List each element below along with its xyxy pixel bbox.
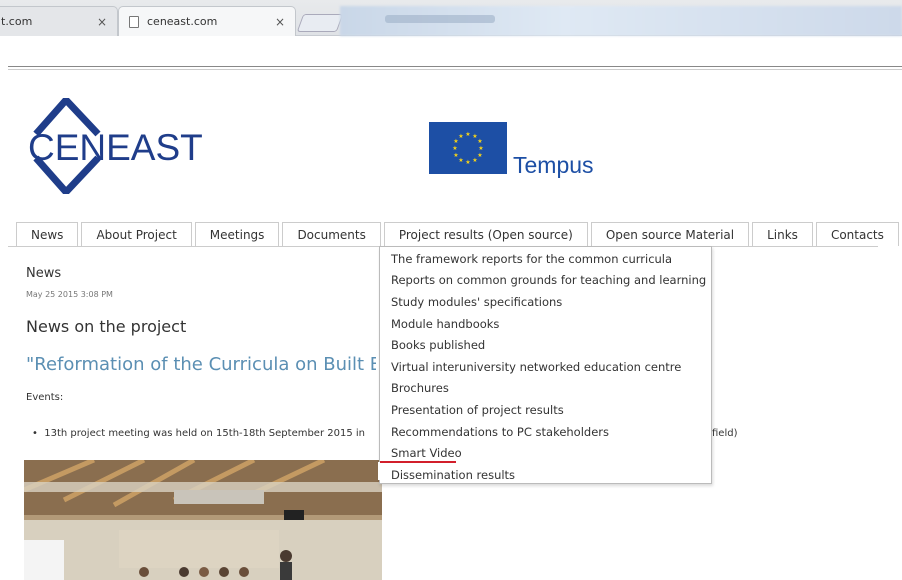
event-text: 13th project meeting was held on 15th-18… xyxy=(44,428,365,439)
browser-tab-active[interactable]: ceneast.com × xyxy=(118,6,296,36)
nav-contacts[interactable]: Contacts xyxy=(815,222,899,246)
nav-open-source-material[interactable]: Open source Material xyxy=(590,222,750,246)
svg-text:★: ★ xyxy=(477,152,482,159)
menu-item-common-grounds[interactable]: Reports on common grounds for teaching a… xyxy=(380,270,711,292)
logo-text: CENEAST xyxy=(28,127,203,168)
menu-item-brochures[interactable]: Brochures xyxy=(380,378,711,400)
section-heading: News xyxy=(26,266,62,281)
svg-text:★: ★ xyxy=(465,159,470,166)
close-icon[interactable]: × xyxy=(275,15,285,29)
blurred-title xyxy=(385,15,495,23)
svg-text:★: ★ xyxy=(477,138,482,145)
tab-title: ceneast.com xyxy=(147,15,218,28)
svg-text:★: ★ xyxy=(452,145,457,152)
menu-item-virtual-centre[interactable]: Virtual interuniversity networked educat… xyxy=(380,356,711,378)
menu-item-books-published[interactable]: Books published xyxy=(380,334,711,356)
nav-meetings[interactable]: Meetings xyxy=(194,222,280,246)
article-title-link[interactable]: "Reformation of the Curricula on Built E… xyxy=(26,354,376,375)
nav-project-results[interactable]: Project results (Open source) xyxy=(383,222,588,246)
menu-item-module-handbooks[interactable]: Module handbooks xyxy=(380,313,711,335)
close-icon[interactable]: × xyxy=(97,15,107,29)
menu-item-study-modules[interactable]: Study modules' specifications xyxy=(380,291,711,313)
tempus-logo-text: Tempus xyxy=(513,152,594,178)
nav-about-project[interactable]: About Project xyxy=(81,222,192,246)
main-nav: News About Project Meetings Documents Pr… xyxy=(16,222,902,247)
svg-text:★: ★ xyxy=(458,157,463,164)
page-icon xyxy=(129,15,139,28)
browser-tab[interactable]: t.com × xyxy=(0,6,118,36)
meeting-photo xyxy=(24,460,382,580)
nav-news[interactable]: News xyxy=(16,222,79,246)
svg-text:★: ★ xyxy=(453,152,458,159)
event-text-tail: field) xyxy=(712,428,738,439)
tab-title: t.com xyxy=(1,15,33,28)
events-label: Events: xyxy=(26,392,64,403)
new-tab-button[interactable] xyxy=(296,14,344,32)
eu-flag-icon: ★ ★ ★ ★ ★ ★ ★ ★ ★ ★ ★ ★ xyxy=(429,122,507,174)
browser-tab-strip: t.com × ceneast.com × xyxy=(0,0,902,36)
page-title: News on the project xyxy=(26,317,187,336)
menu-item-recommendations[interactable]: Recommendations to PC stakeholders xyxy=(380,421,711,443)
nav-documents[interactable]: Documents xyxy=(282,222,381,246)
svg-text:★: ★ xyxy=(472,157,477,164)
divider xyxy=(8,69,902,70)
cursor-gap xyxy=(378,462,380,480)
menu-item-presentation[interactable]: Presentation of project results xyxy=(380,399,711,421)
menu-item-framework-reports[interactable]: The framework reports for the common cur… xyxy=(380,248,711,270)
highlight-underline xyxy=(380,461,456,463)
menu-item-dissemination[interactable]: Dissemination results xyxy=(380,464,711,486)
project-results-dropdown: The framework reports for the common cur… xyxy=(379,246,712,484)
nav-links[interactable]: Links xyxy=(752,222,813,246)
post-date: May 25 2015 3:08 PM xyxy=(26,290,113,299)
divider xyxy=(8,66,902,67)
event-list-item: • 13th project meeting was held on 15th-… xyxy=(32,428,365,439)
svg-text:★: ★ xyxy=(478,145,483,152)
svg-text:★: ★ xyxy=(458,133,463,140)
svg-text:★: ★ xyxy=(465,131,470,138)
